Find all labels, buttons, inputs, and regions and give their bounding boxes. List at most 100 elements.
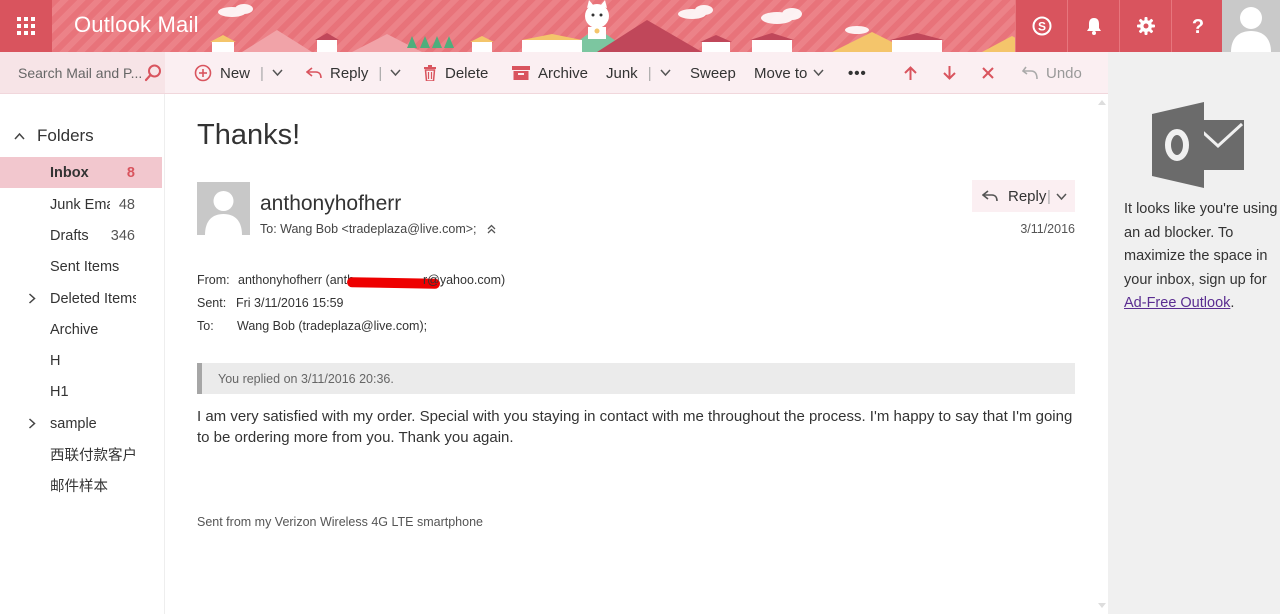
folder-pane: Folders Inbox 8 Junk Ema 48 Drafts 346 S…	[0, 94, 165, 614]
sender-avatar	[197, 182, 250, 235]
unread-count: 8	[126, 164, 135, 181]
chevron-down-icon[interactable]	[390, 69, 401, 77]
sidebar-item-archive[interactable]: Archive	[0, 314, 162, 345]
top-header: Outlook Mail S ?	[0, 0, 1280, 52]
ad-blocker-message: It looks like you're using an ad blocker…	[1124, 198, 1278, 316]
sidebar-item-label: Junk Ema	[50, 196, 110, 213]
notifications-button[interactable]	[1067, 0, 1119, 52]
chevron-down-icon	[813, 69, 824, 77]
previous-message-button[interactable]	[904, 52, 925, 94]
separator: |	[378, 64, 383, 82]
archive-button[interactable]: Archive	[512, 52, 588, 94]
reply-arrow-icon	[982, 190, 998, 202]
skype-icon: S	[1032, 16, 1051, 36]
sidebar-item-label: Sent Items	[50, 258, 120, 275]
reading-pane: Thanks! anthonyhofherr To: Wang Bob <tra…	[166, 94, 1096, 614]
help-button[interactable]: ?	[1171, 0, 1223, 52]
reply-label: Reply	[1008, 187, 1047, 205]
separator: |	[647, 64, 652, 82]
sidebar-item-label: 邮件样本	[50, 479, 108, 495]
message-subject: Thanks!	[197, 119, 301, 151]
more-icon: •••	[848, 64, 867, 82]
sidebar-item-deleted[interactable]: Deleted Items	[0, 283, 162, 314]
message-signature: Sent from my Verizon Wireless 4G LTE sma…	[197, 515, 483, 529]
undo-button[interactable]: Undo	[1022, 52, 1082, 94]
chevron-right-icon[interactable]	[28, 293, 36, 304]
search-icon[interactable]	[144, 64, 162, 82]
sidebar-item-label: Inbox	[50, 164, 89, 181]
svg-text:?: ?	[1191, 16, 1203, 36]
next-message-button[interactable]	[943, 52, 964, 94]
plus-circle-icon	[194, 64, 212, 82]
archive-icon	[512, 66, 530, 80]
sidebar-item-mail-samples[interactable]: 邮件样本	[0, 470, 162, 501]
sidebar-item-label: H	[50, 352, 61, 369]
sidebar-item-western-union-customers[interactable]: 西联付款客户	[0, 439, 162, 470]
sidebar-item-sample[interactable]: sample	[0, 408, 162, 439]
reply-message-button[interactable]: Reply |	[972, 180, 1075, 212]
command-bar: New | Reply | Delete Archive Junk | Swee…	[165, 52, 1108, 94]
ad-blocker-text: It looks like you're using an ad blocker…	[1124, 201, 1278, 288]
arrow-up-icon	[904, 66, 917, 80]
sidebar-item-h1[interactable]: H1	[0, 376, 162, 407]
sidebar-item-label: Deleted Items	[50, 290, 136, 307]
from-value: anthonyhofherr (anth	[238, 273, 355, 287]
new-button[interactable]: New |	[194, 52, 291, 94]
sidebar-item-h[interactable]: H	[0, 345, 162, 376]
collapse-header-icon[interactable]	[487, 224, 496, 234]
sidebar-item-junk[interactable]: Junk Ema 48	[0, 189, 162, 220]
replied-notice-text: You replied on 3/11/2016 20:36.	[218, 371, 394, 386]
ad-free-outlook-link[interactable]: Ad-Free Outlook	[1124, 295, 1230, 311]
sent-value: Fri 3/11/2016 15:59	[236, 296, 344, 310]
chevron-right-icon[interactable]	[28, 418, 36, 429]
svg-text:S: S	[1037, 20, 1045, 34]
trash-icon	[424, 65, 436, 81]
sidebar-item-sent[interactable]: Sent Items	[0, 251, 162, 282]
chevron-down-icon[interactable]	[1056, 193, 1067, 201]
search-box[interactable]: Search Mail and P...	[0, 52, 165, 94]
move-to-label: Move to	[754, 64, 808, 82]
ad-blocker-suffix: .	[1230, 295, 1235, 311]
bell-icon	[1086, 18, 1101, 35]
separator: |	[1047, 187, 1051, 205]
to-key: To:	[197, 319, 214, 333]
reply-toolbar-button[interactable]: Reply |	[306, 52, 409, 94]
skype-button[interactable]: S	[1015, 0, 1067, 52]
search-input[interactable]: Search Mail and P...	[18, 65, 142, 81]
delete-button[interactable]: Delete	[423, 52, 488, 94]
sidebar-item-inbox[interactable]: Inbox 8	[0, 157, 162, 188]
sender-name[interactable]: anthonyhofherr	[260, 192, 401, 216]
from-key: From:	[197, 273, 230, 287]
sent-key: Sent:	[197, 296, 227, 310]
scroll-down-icon[interactable]	[1098, 603, 1106, 608]
sweep-button[interactable]: Sweep	[690, 52, 736, 94]
junk-label: Junk	[606, 64, 638, 82]
new-label: New	[220, 64, 251, 82]
recipients-line: To: Wang Bob <tradeplaza@live.com>;	[260, 222, 496, 236]
folders-label: Folders	[37, 126, 94, 145]
app-launcher-icon	[17, 17, 35, 35]
delete-label: Delete	[445, 64, 489, 82]
reading-pane-scrollbar[interactable]	[1096, 94, 1108, 614]
junk-button[interactable]: Junk |	[606, 52, 679, 94]
replied-notice: You replied on 3/11/2016 20:36.	[197, 363, 1075, 394]
close-message-button[interactable]	[982, 52, 1002, 94]
arrow-down-icon	[943, 66, 956, 80]
sidebar-item-label: H1	[50, 383, 69, 400]
folders-header[interactable]: Folders	[14, 126, 94, 146]
move-to-button[interactable]: Move to	[754, 52, 824, 94]
sidebar-item-drafts[interactable]: Drafts 346	[0, 220, 162, 251]
ad-pane: It looks like you're using an ad blocker…	[1108, 52, 1280, 614]
undo-icon	[1022, 66, 1038, 80]
message-date: 3/11/2016	[1020, 222, 1075, 236]
close-icon	[982, 67, 994, 79]
chevron-down-icon[interactable]	[660, 69, 671, 77]
from-value-tail: r@yahoo.com)	[423, 273, 506, 287]
settings-button[interactable]	[1119, 0, 1171, 52]
reply-label: Reply	[330, 64, 369, 82]
account-avatar-button[interactable]	[1222, 0, 1280, 52]
scroll-up-icon[interactable]	[1098, 100, 1106, 105]
more-actions-button[interactable]: •••	[848, 52, 867, 94]
app-launcher-button[interactable]	[0, 0, 52, 52]
chevron-down-icon[interactable]	[272, 69, 283, 77]
